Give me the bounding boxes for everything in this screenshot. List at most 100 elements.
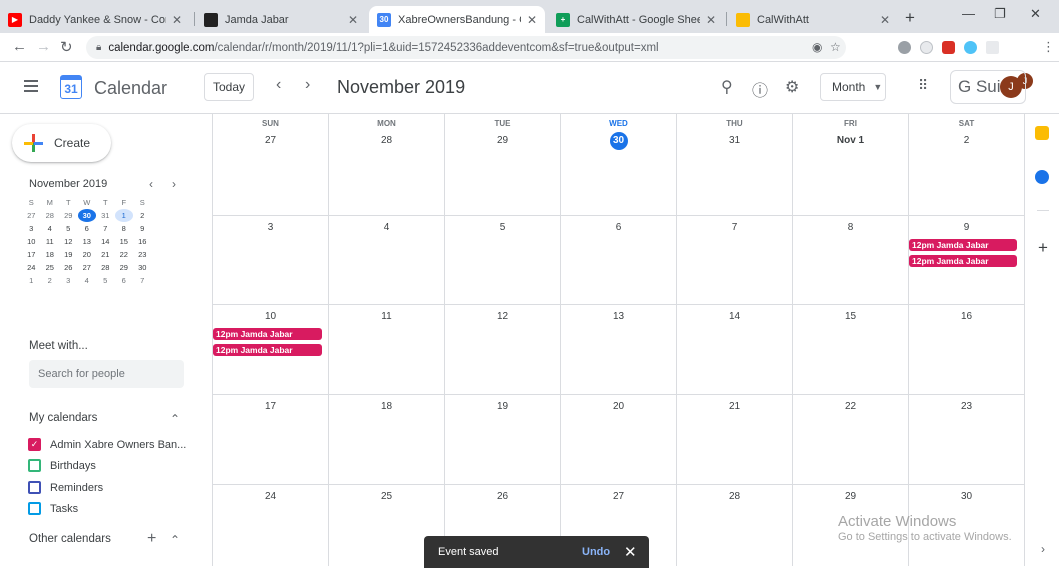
day-cell[interactable]: 23 <box>909 395 1025 485</box>
search-people-input[interactable]: Search for people <box>29 360 184 388</box>
mini-day[interactable]: 8 <box>115 222 134 235</box>
day-cell[interactable]: 21 <box>677 395 793 485</box>
collapse-chevron-icon[interactable]: ⌃ <box>170 533 180 547</box>
view-icon[interactable]: ◉ <box>812 40 822 54</box>
checkbox-checked-icon[interactable]: ✓ <box>28 438 41 451</box>
event-chip[interactable]: 12pm Jamda Jabar <box>213 328 322 340</box>
day-cell[interactable]: 20 <box>561 395 677 485</box>
extension-box-icon[interactable] <box>986 41 999 54</box>
mini-day[interactable]: 31 <box>96 209 115 222</box>
day-number[interactable]: 14 <box>677 311 792 322</box>
day-number[interactable]: 13 <box>561 311 676 322</box>
calendar-item-tasks[interactable]: Tasks <box>28 502 78 515</box>
mini-day[interactable]: 15 <box>115 235 134 248</box>
mini-day[interactable]: 21 <box>96 248 115 261</box>
day-number[interactable]: 17 <box>213 401 328 412</box>
mini-day-today[interactable]: 30 <box>77 209 96 222</box>
day-number[interactable]: 31 <box>677 132 792 150</box>
new-tab-plus-icon[interactable]: + <box>905 8 915 28</box>
day-number[interactable]: 27 <box>213 132 328 150</box>
day-number[interactable]: 11 <box>329 311 444 322</box>
close-tab-icon[interactable]: ✕ <box>527 13 537 27</box>
event-chip[interactable]: 12pm Jamda Jabar <box>909 239 1017 251</box>
mini-day[interactable]: 25 <box>41 261 60 274</box>
mini-day[interactable]: 6 <box>115 274 134 287</box>
mini-day[interactable]: 28 <box>96 261 115 274</box>
day-number[interactable]: 6 <box>561 222 676 233</box>
address-bar[interactable]: 🔒︎ calendar.google.com/calendar/r/month/… <box>86 36 846 59</box>
mini-day[interactable]: 29 <box>59 209 78 222</box>
collapse-chevron-icon[interactable]: ⌃ <box>170 412 180 426</box>
day-number[interactable]: Nov 1 <box>793 132 908 150</box>
mini-prev-icon[interactable]: ‹ <box>149 177 153 191</box>
mini-day[interactable]: 5 <box>59 222 78 235</box>
day-number[interactable]: 20 <box>561 401 676 412</box>
tasks-icon[interactable] <box>1035 170 1049 184</box>
day-number[interactable]: 18 <box>329 401 444 412</box>
mini-day[interactable]: 23 <box>133 248 152 261</box>
day-cell[interactable]: 28 <box>677 485 793 566</box>
day-cell[interactable]: 6 <box>561 216 677 305</box>
mini-day[interactable]: 19 <box>59 248 78 261</box>
close-tab-icon[interactable]: ✕ <box>706 13 716 27</box>
day-number[interactable]: 10 <box>213 311 328 322</box>
calendar-item-birthdays[interactable]: Birthdays <box>28 459 96 472</box>
day-cell[interactable]: 19 <box>445 395 561 485</box>
day-cell[interactable]: 17 <box>213 395 329 485</box>
account-avatar[interactable]: J <box>1000 76 1022 98</box>
checkbox-icon[interactable] <box>28 502 41 515</box>
day-cell[interactable]: 4 <box>329 216 445 305</box>
day-cell[interactable]: SUN 27 <box>213 114 329 216</box>
day-number[interactable]: 2 <box>909 132 1024 150</box>
day-cell[interactable]: 15 <box>793 305 909 395</box>
day-number[interactable]: 29 <box>793 491 908 502</box>
extension-people-icon[interactable] <box>942 41 955 54</box>
day-cell[interactable]: MON 28 <box>329 114 445 216</box>
close-tab-icon[interactable]: ✕ <box>880 13 890 27</box>
day-number[interactable]: 28 <box>677 491 792 502</box>
day-number[interactable]: 7 <box>677 222 792 233</box>
mini-day[interactable]: 22 <box>115 248 134 261</box>
mini-day[interactable]: 20 <box>78 248 97 261</box>
mini-day[interactable]: 18 <box>41 248 60 261</box>
browser-menu-icon[interactable]: ⋮ <box>1042 39 1055 55</box>
day-cell[interactable]: 3 <box>213 216 329 305</box>
mini-day[interactable]: 4 <box>41 222 60 235</box>
day-cell[interactable]: SAT 2 <box>909 114 1025 216</box>
day-cell[interactable]: 14 <box>677 305 793 395</box>
day-cell[interactable]: 8 <box>793 216 909 305</box>
day-cell[interactable]: 7 <box>677 216 793 305</box>
day-number[interactable]: 21 <box>677 401 792 412</box>
undo-button[interactable]: Undo <box>582 546 610 558</box>
mini-day[interactable]: 17 <box>22 248 41 261</box>
checkbox-icon[interactable] <box>28 481 41 494</box>
keep-icon[interactable] <box>1035 126 1049 140</box>
day-number[interactable]: 29 <box>445 132 560 150</box>
day-number[interactable]: 22 <box>793 401 908 412</box>
browser-tab-youtube[interactable]: ▶ Daddy Yankee & Snow - Con ✕ <box>0 6 190 33</box>
day-cell[interactable]: 22 <box>793 395 909 485</box>
day-number[interactable]: 12 <box>445 311 560 322</box>
browser-tab-jamda[interactable]: Jamda Jabar ✕ <box>196 6 366 33</box>
mini-day[interactable]: 2 <box>41 274 60 287</box>
day-cell[interactable]: FRI Nov 1 <box>793 114 909 216</box>
other-calendars-label[interactable]: Other calendars <box>29 533 111 545</box>
mini-day[interactable]: 24 <box>22 261 41 274</box>
mini-day[interactable]: 14 <box>96 235 115 248</box>
mini-day[interactable]: 2 <box>133 209 152 222</box>
day-cell[interactable]: 11 <box>329 305 445 395</box>
search-icon[interactable]: ⚲ <box>721 77 733 97</box>
bookmark-star-icon[interactable]: ☆ <box>830 40 841 54</box>
maximize-icon[interactable]: ❐ <box>994 6 1006 22</box>
view-switcher[interactable]: Month ▼ <box>820 73 886 101</box>
day-cell[interactable]: 16 <box>909 305 1025 395</box>
extension-g-icon[interactable] <box>920 41 933 54</box>
help-icon[interactable]: ⓘ <box>752 77 768 101</box>
mini-day[interactable]: 9 <box>133 222 152 235</box>
day-number[interactable]: 19 <box>445 401 560 412</box>
today-button[interactable]: Today <box>204 73 254 101</box>
my-calendars-label[interactable]: My calendars <box>29 412 97 424</box>
day-number[interactable]: 4 <box>329 222 444 233</box>
day-number[interactable]: 3 <box>213 222 328 233</box>
day-cell[interactable]: 18 <box>329 395 445 485</box>
